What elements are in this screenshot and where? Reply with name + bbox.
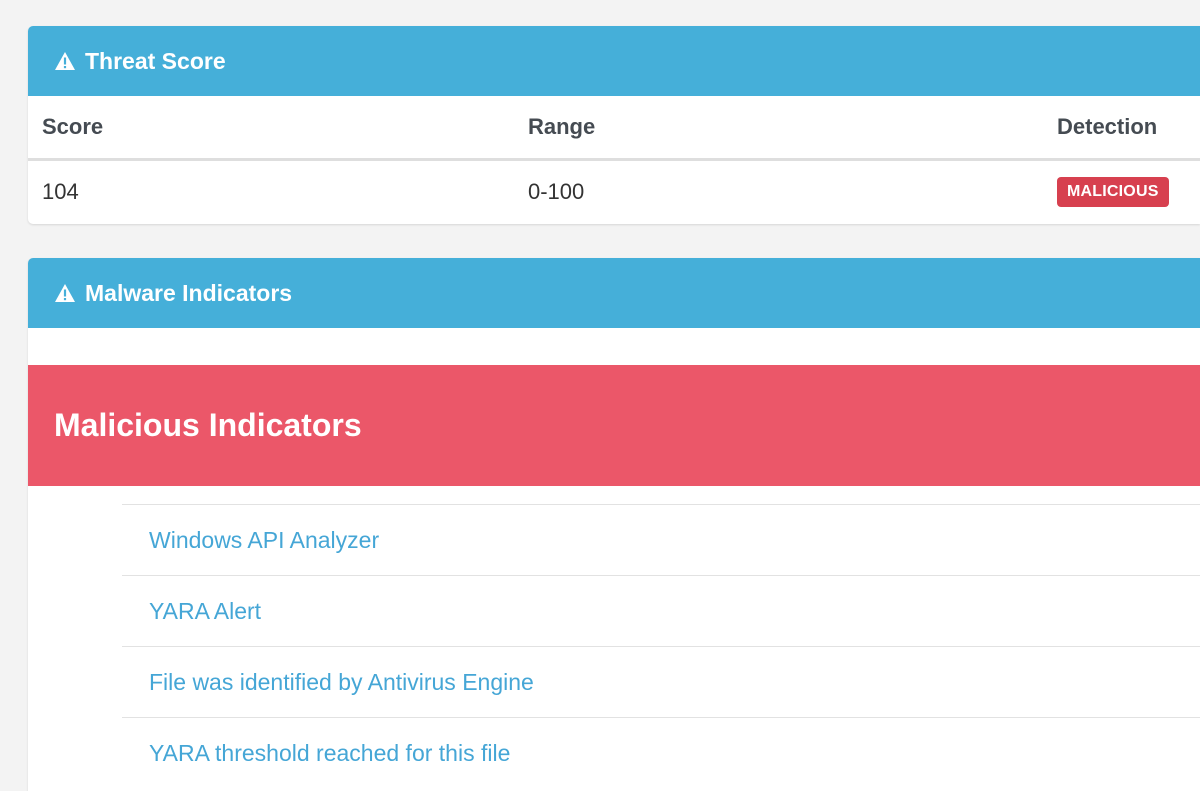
warning-icon <box>55 284 75 302</box>
detection-badge: MALICIOUS <box>1057 177 1169 208</box>
report-page: Threat Score Score Range Detection 104 0… <box>0 0 1200 791</box>
list-item: Windows API Analyzer <box>122 504 1200 575</box>
detection-cell: MALICIOUS <box>1057 159 1200 223</box>
indicator-link-yara-threshold[interactable]: YARA threshold reached for this file <box>149 740 510 767</box>
list-item: File was identified by Antivirus Engine <box>122 646 1200 717</box>
list-item: YARA threshold reached for this file <box>122 717 1200 788</box>
threat-score-table: Score Range Detection 104 0-100 MALICIOU… <box>28 96 1200 223</box>
indicator-link-antivirus-engine[interactable]: File was identified by Antivirus Engine <box>149 669 534 696</box>
column-header-range: Range <box>528 96 1057 161</box>
malware-indicators-title: Malware Indicators <box>85 279 293 306</box>
malicious-indicators-title: Malicious Indicators <box>54 407 362 443</box>
malware-indicators-heading: Malware Indicators <box>28 258 1200 328</box>
list-item: YARA Alert <box>122 575 1200 646</box>
table-row: 104 0-100 MALICIOUS <box>28 159 1200 223</box>
score-value: 104 <box>42 178 79 204</box>
malicious-indicators-header: Malicious Indicators <box>28 365 1200 486</box>
range-value: 0-100 <box>528 178 585 204</box>
column-header-detection: Detection <box>1057 96 1200 161</box>
table-header-row: Score Range Detection <box>28 96 1200 161</box>
malware-indicators-panel: Malware Indicators Malicious Indicators … <box>28 258 1200 791</box>
threat-score-panel: Threat Score Score Range Detection 104 0… <box>28 26 1200 224</box>
warning-icon <box>55 52 75 70</box>
threat-score-heading: Threat Score <box>28 26 1200 96</box>
indicator-link-windows-api-analyzer[interactable]: Windows API Analyzer <box>149 527 379 554</box>
column-header-score: Score <box>28 96 528 161</box>
indicator-link-yara-alert[interactable]: YARA Alert <box>149 598 261 625</box>
indicator-list: Windows API Analyzer YARA Alert File was… <box>122 504 1200 788</box>
threat-score-title: Threat Score <box>85 47 226 74</box>
